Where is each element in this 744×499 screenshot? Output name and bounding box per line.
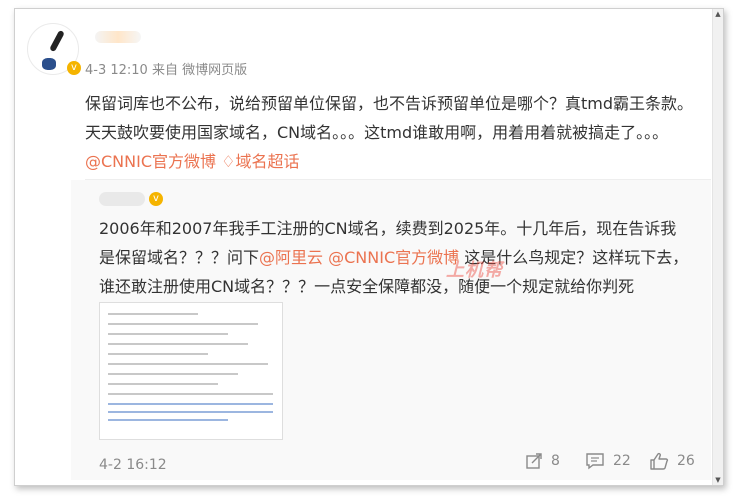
thumb-text-line	[108, 393, 273, 395]
scroll-down-arrow-icon[interactable]: ▼	[714, 475, 722, 485]
thumb-text-line	[108, 313, 198, 315]
scrollbar[interactable]: ▲ ▼	[712, 9, 723, 485]
post-body: 保留词库也不公布，说给预留单位保留，也不告诉预留单位是哪个？真tmd霸王条款。天…	[85, 94, 694, 142]
thumb-link-line	[108, 411, 273, 413]
verified-badge-icon: v	[67, 61, 81, 75]
like-button[interactable]: 26	[649, 452, 695, 470]
reposted-content: v 2006年和2007年我手工注册的CN域名，续费到2025年。十几年后，现在…	[71, 180, 711, 480]
thumb-text-line	[108, 333, 228, 335]
topic-label: 域名超话	[235, 152, 300, 171]
thumb-text-line	[108, 343, 248, 345]
share-icon	[526, 453, 542, 469]
mention-cnnic[interactable]: @CNNIC官方微博	[328, 248, 459, 267]
topic-diamond-icon: ♢	[221, 152, 236, 171]
thumb-text-line	[108, 353, 208, 355]
like-count: 26	[677, 453, 695, 469]
mention-cnnic[interactable]: @CNNIC官方微博	[85, 152, 216, 171]
thumb-link-line	[108, 403, 273, 405]
share-button[interactable]: 8	[525, 452, 560, 470]
thumb-text-line	[108, 383, 218, 385]
watermark-logo: 上机帮	[446, 260, 503, 281]
comment-icon	[586, 453, 604, 470]
mention-aliyun[interactable]: @阿里云	[259, 248, 323, 267]
thumb-link-line	[108, 419, 228, 421]
post-text: 保留词库也不公布，说给预留单位保留，也不告诉预留单位是哪个？真tmd霸王条款。天…	[85, 89, 705, 176]
comment-button[interactable]: 22	[585, 452, 631, 470]
repost-date: 4-2 16:12	[99, 457, 167, 473]
topic-link[interactable]: ♢域名超话	[221, 152, 299, 171]
comment-count: 22	[613, 453, 631, 469]
thumb-text-line	[108, 373, 238, 375]
verified-badge-icon: v	[149, 192, 163, 206]
username-redacted[interactable]	[95, 31, 141, 43]
avatar-image-blob	[42, 58, 56, 70]
like-icon	[650, 452, 669, 470]
share-count: 8	[551, 453, 560, 469]
avatar-image-stroke	[49, 29, 65, 53]
post-meta: 4-3 12:10 来自 微博网页版	[85, 63, 248, 78]
weibo-post-card: v 4-3 12:10 来自 微博网页版 保留词库也不公布，说给预留单位保留，也…	[14, 8, 724, 486]
scroll-up-arrow-icon[interactable]: ▲	[714, 9, 722, 19]
thumb-text-line	[108, 363, 268, 365]
attached-image-thumbnail[interactable]	[99, 302, 283, 440]
thumb-text-line	[108, 323, 258, 325]
repost-username-redacted[interactable]	[99, 192, 145, 206]
